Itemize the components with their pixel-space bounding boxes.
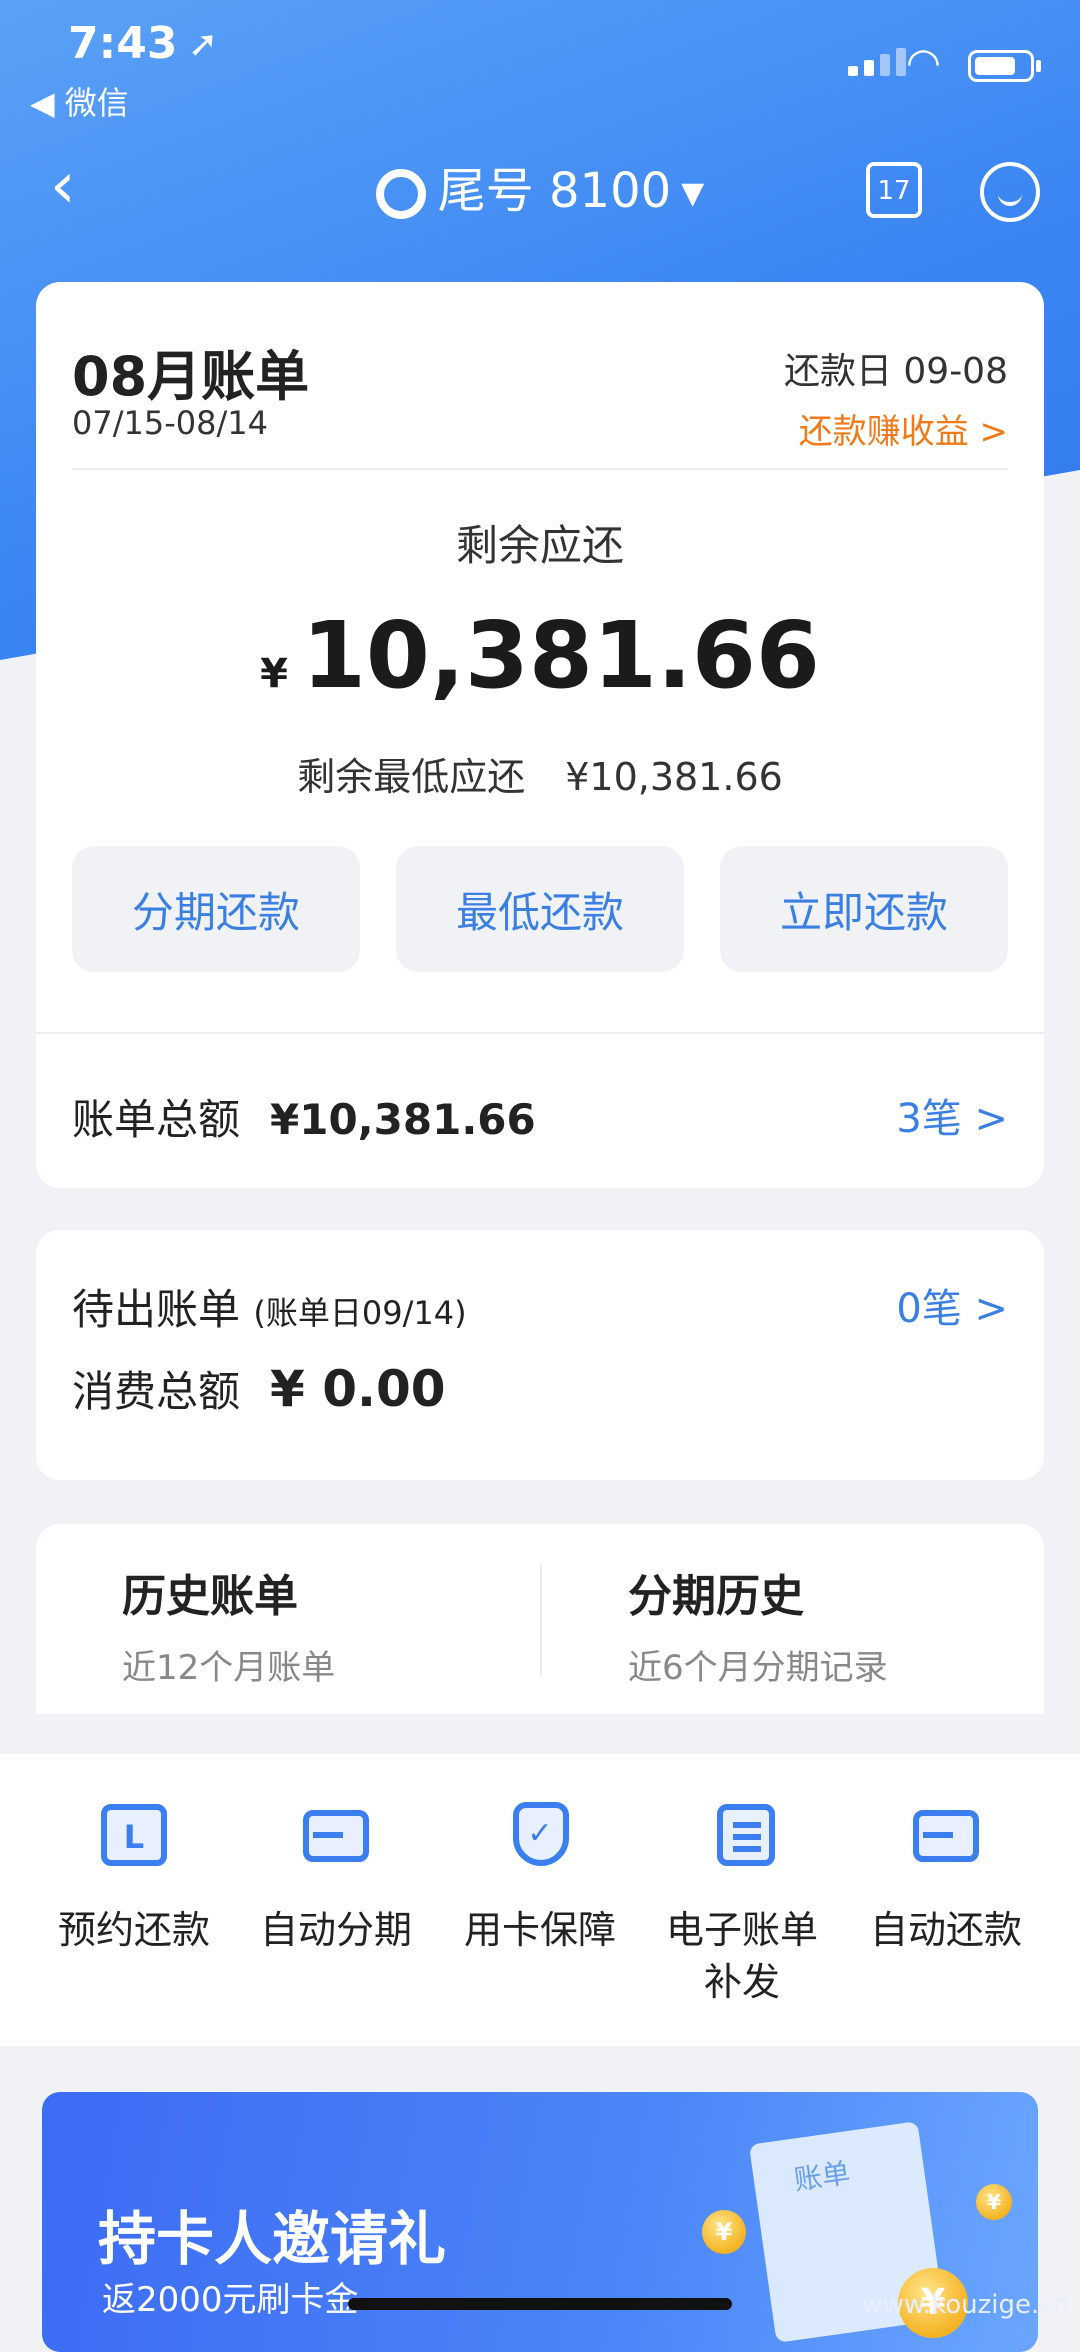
tool-label: 自动分期	[259, 1908, 412, 1952]
coin-icon: ¥	[702, 2210, 746, 2254]
tool-label: 用卡保障	[463, 1908, 616, 1952]
wifi-icon: ◠	[906, 40, 941, 86]
pending-label: 待出账单	[72, 1285, 241, 1334]
remaining-amount-value: 10,381.66	[301, 602, 820, 709]
calendar-icon[interactable]: 17	[866, 162, 922, 218]
status-bar: 7:43 ➚ ◀ 微信 ◠	[0, 0, 1080, 130]
customer-service-icon[interactable]	[980, 162, 1040, 222]
installment-history-subtitle: 近6个月分期记录	[628, 1648, 888, 1688]
calendar-l-icon: L	[97, 1798, 171, 1872]
min-payment-button[interactable]: 最低还款	[396, 846, 684, 972]
paper-label: 账单	[791, 2156, 853, 2197]
tool-card-protection[interactable]: ✓ 用卡保障	[440, 1798, 640, 1956]
location-arrow-icon: ➚	[188, 24, 219, 65]
pending-row[interactable]: 待出账单 (账单日09/14)	[72, 1276, 467, 1337]
minimum-payment: 剩余最低应还 ¥10,381.66	[36, 746, 1044, 801]
document-icon	[705, 1798, 779, 1872]
bill-total-row[interactable]: 账单总额 ¥10,381.66 3笔 >	[72, 1086, 1008, 1146]
min-amount: ¥10,381.66	[565, 755, 783, 799]
card-tail-number: 尾号 8100	[437, 163, 672, 219]
tools-grid: L 预约还款 自动分期 ✓ 用卡保障 电子账单 补发 自动还款	[0, 1754, 1080, 2046]
currency-symbol: ¥	[260, 651, 288, 697]
pending-bill-card: 待出账单 (账单日09/14) 0笔 > 消费总额 ¥ 0.00	[36, 1230, 1044, 1480]
tool-auto-payment[interactable]: 自动还款	[846, 1798, 1046, 1956]
shield-check-icon: ✓	[503, 1798, 577, 1872]
battery-icon	[968, 50, 1034, 82]
min-label: 剩余最低应还	[297, 755, 526, 799]
cellular-signal-icon	[848, 48, 906, 76]
tool-label: 预约还款	[57, 1908, 210, 1952]
statement-day: (账单日09/14)	[253, 1294, 467, 1332]
bank-logo-icon	[375, 169, 426, 219]
card-cycle-icon	[299, 1798, 373, 1872]
payment-buttons: 分期还款 最低还款 立即还款	[72, 846, 1008, 972]
history-bill-title: 历史账单	[122, 1571, 298, 1622]
tool-ebill-resend[interactable]: 电子账单 补发	[642, 1798, 842, 2008]
card-cycle-icon	[909, 1798, 983, 1872]
spend-row: 消费总额 ¥ 0.00	[72, 1358, 446, 1419]
transaction-count-link[interactable]: 3笔 >	[896, 1086, 1008, 1144]
divider	[72, 468, 1008, 470]
home-indicator[interactable]	[348, 2298, 732, 2310]
installment-history-entry[interactable]: 分期历史 近6个月分期记录	[628, 1560, 1058, 1689]
navigation-bar: ‹ 尾号 8100 ▼ 17	[0, 150, 1080, 230]
divider	[540, 1564, 542, 1676]
battery-tip	[1036, 60, 1041, 72]
spend-label: 消费总额	[72, 1367, 241, 1416]
total-amount: ¥10,381.66	[270, 1095, 536, 1144]
banner-subtitle: 返2000元刷卡金	[102, 2280, 359, 2320]
tool-label: 自动还款	[869, 1908, 1022, 1952]
watermark: www.kouzige.cn	[861, 2290, 1070, 2320]
status-time: 7:43	[68, 18, 178, 69]
installment-button[interactable]: 分期还款	[72, 846, 360, 972]
divider	[36, 1032, 1044, 1034]
tool-label: 电子账单 补发	[665, 1908, 818, 2004]
earn-link[interactable]: 还款赚收益 >	[799, 404, 1008, 453]
remaining-label: 剩余应还	[455, 521, 624, 570]
banner-title: 持卡人邀请礼	[98, 2205, 447, 2273]
total-label: 账单总额	[72, 1095, 241, 1144]
tool-scheduled-payment[interactable]: L 预约还款	[34, 1798, 234, 1956]
history-bill-subtitle: 近12个月账单	[122, 1648, 336, 1688]
pay-now-button[interactable]: 立即还款	[720, 846, 1008, 972]
caret-down-icon: ▼	[681, 176, 705, 211]
installment-history-title: 分期历史	[628, 1571, 804, 1622]
bill-period: 07/15-08/14	[72, 404, 268, 442]
coin-icon: ¥	[976, 2184, 1012, 2220]
due-date: 还款日 09-08	[783, 351, 1008, 392]
remaining-amount: ¥10,381.66	[36, 602, 1044, 709]
history-card: 历史账单 近12个月账单 分期历史 近6个月分期记录	[36, 1524, 1044, 1714]
history-bill-entry[interactable]: 历史账单 近12个月账单	[122, 1560, 552, 1689]
tool-auto-installment[interactable]: 自动分期	[236, 1798, 436, 1956]
bill-card: 08月账单 07/15-08/14 还款日 09-08 还款赚收益 > 剩余应还…	[36, 282, 1044, 1188]
pending-count-link[interactable]: 0笔 >	[896, 1276, 1008, 1334]
spend-amount: ¥ 0.00	[270, 1360, 446, 1418]
back-to-app-link[interactable]: ◀ 微信	[30, 78, 129, 124]
bill-month: 08月账单	[72, 345, 310, 408]
